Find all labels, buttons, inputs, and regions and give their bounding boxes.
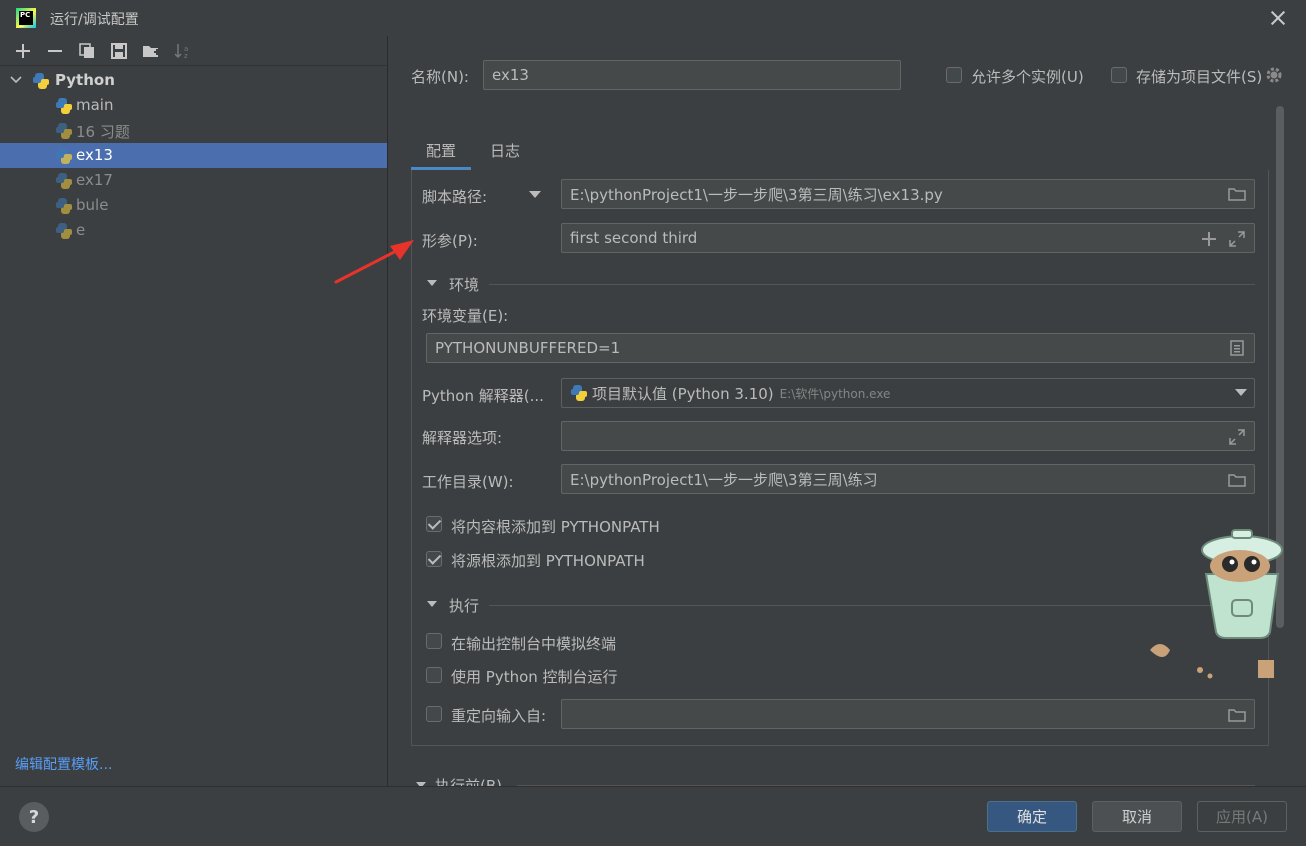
allow-multiple-label: 允许多个实例(U) xyxy=(971,68,1084,86)
add-icon[interactable] xyxy=(8,38,38,64)
tree-toolbar: az xyxy=(0,36,387,66)
tree-item-python[interactable]: Python xyxy=(0,68,387,93)
interpreter-path: E:\软件\python.exe xyxy=(779,386,891,401)
folder-icon[interactable] xyxy=(1228,473,1246,487)
gear-icon[interactable] xyxy=(1265,66,1283,84)
redirect-input-checkbox[interactable] xyxy=(426,706,442,722)
params-value: first second third xyxy=(570,229,698,247)
trash-can-mascot-icon xyxy=(1150,529,1283,679)
script-path-value: E:\pythonProject1\一步一步爬\3第三周\练习\ex13.py xyxy=(570,185,943,204)
copy-icon[interactable] xyxy=(72,38,102,64)
tree-item-ex17[interactable]: ex17 xyxy=(0,168,387,193)
config-tree-panel: az Python main 16 习题 ex13 ex17 bule e 编辑… xyxy=(0,36,388,786)
tree-item-e[interactable]: e xyxy=(0,218,387,243)
name-label: 名称(N): xyxy=(411,68,469,86)
exec-collapse-icon[interactable] xyxy=(427,601,437,607)
cancel-button[interactable]: 取消 xyxy=(1092,801,1182,832)
script-path-input[interactable]: E:\pythonProject1\一步一步爬\3第三周\练习\ex13.py xyxy=(561,179,1255,209)
pycharm-logo-icon: PC _ xyxy=(16,8,36,28)
python-icon xyxy=(56,173,72,189)
remove-icon[interactable] xyxy=(40,38,70,64)
tree-item-bule[interactable]: bule xyxy=(0,193,387,218)
python-icon xyxy=(56,223,72,239)
tree-item-label: e xyxy=(76,221,86,239)
document-icon[interactable] xyxy=(1230,340,1244,356)
annotation-arrow-icon xyxy=(334,240,414,284)
title-bar: PC _ 运行/调试配置 xyxy=(0,0,1306,36)
tree-item-label: ex13 xyxy=(76,146,113,164)
help-button[interactable]: ? xyxy=(19,802,49,832)
tree-item-16[interactable]: 16 习题 xyxy=(0,118,387,143)
interp-options-label: 解释器选项: xyxy=(422,429,503,447)
add-source-roots-label: 将源根添加到 PYTHONPATH xyxy=(451,552,645,570)
emulate-terminal-checkbox[interactable] xyxy=(426,633,442,649)
env-section-title: 环境 xyxy=(449,276,480,294)
ok-button[interactable]: 确定 xyxy=(987,801,1077,832)
chevron-down-icon[interactable] xyxy=(10,75,22,85)
interpreter-label: Python 解释器(... xyxy=(422,387,544,405)
new-folder-icon[interactable] xyxy=(136,38,166,64)
chevron-down-icon[interactable] xyxy=(1235,389,1247,397)
tree-item-label: bule xyxy=(76,196,109,214)
apply-button[interactable]: 应用(A) xyxy=(1197,801,1287,832)
allow-multiple-checkbox[interactable] xyxy=(946,67,962,83)
python-icon xyxy=(56,123,72,139)
tree-item-main[interactable]: main xyxy=(0,93,387,118)
config-tree: Python main 16 习题 ex13 ex17 bule e xyxy=(0,66,387,243)
workdir-label: 工作目录(W): xyxy=(422,473,514,491)
folder-icon[interactable] xyxy=(1228,187,1246,201)
tree-item-label: Python xyxy=(55,71,115,89)
tree-item-label: main xyxy=(76,96,114,114)
params-input[interactable]: first second third xyxy=(561,223,1255,253)
add-source-roots-checkbox[interactable] xyxy=(426,551,442,567)
window-title: 运行/调试配置 xyxy=(50,12,139,28)
store-as-file-label: 存储为项目文件(S) xyxy=(1136,68,1263,86)
interpreter-value: 项目默认值 (Python 3.10) xyxy=(592,384,774,403)
close-icon[interactable] xyxy=(1266,6,1290,30)
redirect-input-label: 重定向输入自: xyxy=(451,707,547,725)
save-icon[interactable] xyxy=(104,38,134,64)
python-icon xyxy=(56,148,72,164)
interp-options-input[interactable] xyxy=(561,421,1255,451)
name-input[interactable]: ex13 xyxy=(483,60,901,90)
tab-config[interactable]: 配置 xyxy=(426,140,456,161)
before-launch-title: 执行前(B) xyxy=(435,777,502,786)
workdir-input[interactable]: E:\pythonProject1\一步一步爬\3第三周\练习 xyxy=(561,464,1255,494)
emulate-terminal-label: 在输出控制台中模拟终端 xyxy=(451,635,617,653)
workdir-value: E:\pythonProject1\一步一步爬\3第三周\练习 xyxy=(570,470,878,489)
run-console-checkbox[interactable] xyxy=(426,667,442,683)
expand-icon[interactable] xyxy=(1229,231,1245,247)
add-content-roots-checkbox[interactable] xyxy=(426,516,442,532)
dialog-button-bar: ? 确定 取消 应用(A) xyxy=(0,786,1306,846)
folder-icon[interactable] xyxy=(1228,708,1246,722)
tab-logs[interactable]: 日志 xyxy=(490,140,520,161)
redirect-input-field[interactable] xyxy=(561,699,1255,729)
python-icon xyxy=(33,73,49,89)
interpreter-select[interactable]: 项目默认值 (Python 3.10) E:\软件\python.exe xyxy=(561,378,1255,408)
svg-text:z: z xyxy=(184,52,188,59)
tree-item-label: 16 习题 xyxy=(76,123,130,141)
edit-templates-link[interactable]: 编辑配置模板... xyxy=(15,754,112,774)
env-collapse-icon[interactable] xyxy=(427,280,437,286)
env-vars-label: 环境变量(E): xyxy=(422,307,509,325)
sort-icon[interactable]: az xyxy=(168,38,198,64)
params-label: 形参(P): xyxy=(422,232,478,250)
env-vars-input[interactable]: PYTHONUNBUFFERED=1 xyxy=(426,333,1255,363)
store-as-file-checkbox[interactable] xyxy=(1111,67,1127,83)
python-icon xyxy=(56,98,72,114)
tree-item-ex13[interactable]: ex13 xyxy=(0,143,387,168)
add-content-roots-label: 将内容根添加到 PYTHONPATH xyxy=(451,518,660,536)
plus-icon[interactable] xyxy=(1202,232,1216,246)
python-icon xyxy=(571,385,587,401)
dropdown-arrow-icon[interactable] xyxy=(529,191,541,199)
tree-item-label: ex17 xyxy=(76,171,113,189)
expand-icon[interactable] xyxy=(1229,429,1245,445)
python-icon xyxy=(56,198,72,214)
exec-section-title: 执行 xyxy=(449,597,480,615)
env-divider xyxy=(489,284,1255,285)
run-console-label: 使用 Python 控制台运行 xyxy=(451,668,618,686)
script-path-label: 脚本路径: xyxy=(422,188,488,206)
env-vars-value: PYTHONUNBUFFERED=1 xyxy=(435,339,621,357)
